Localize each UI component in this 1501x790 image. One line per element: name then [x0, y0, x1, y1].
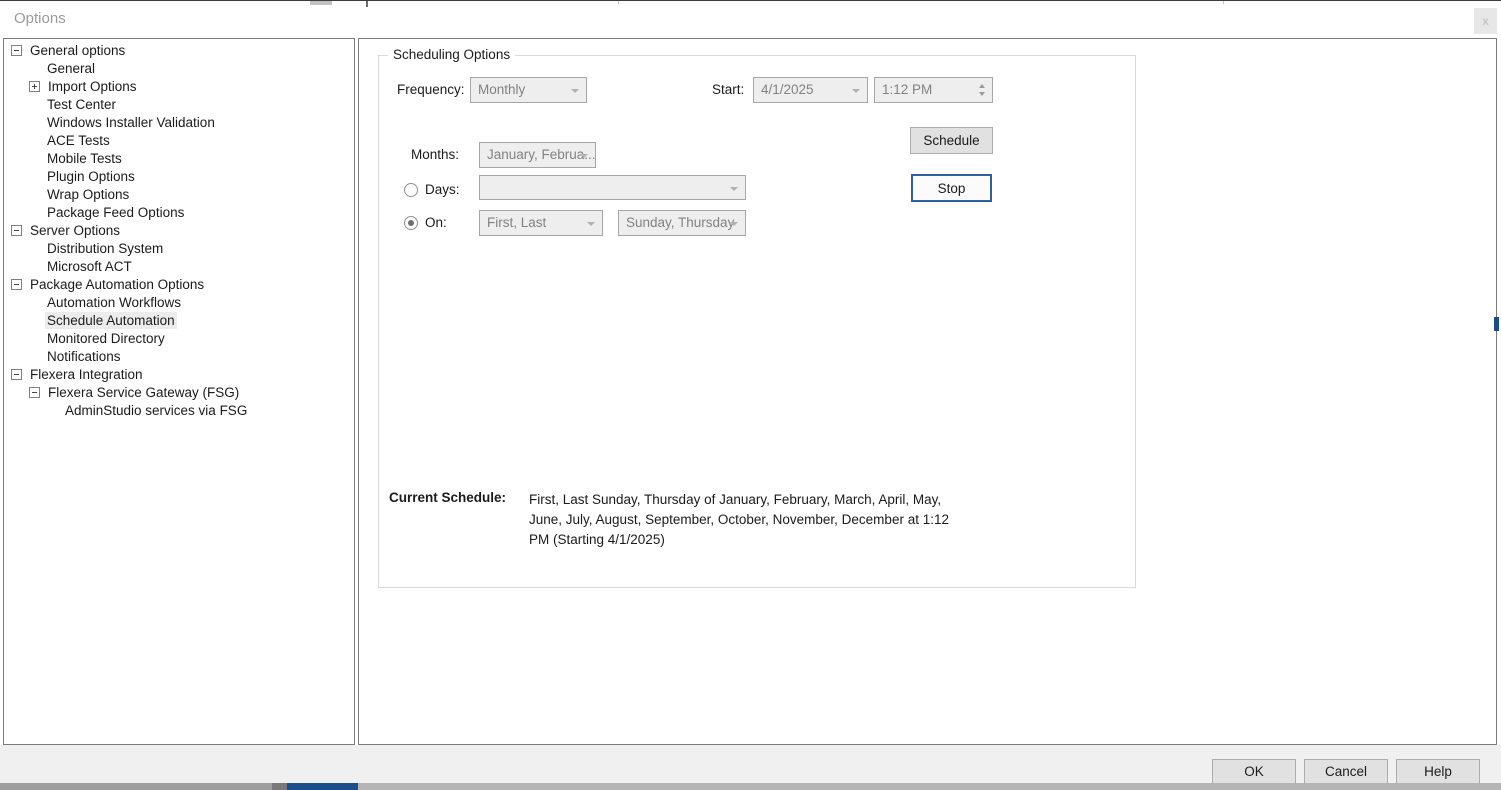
tree-item-distribution-system[interactable]: Distribution System	[4, 239, 354, 257]
dialog-button-bar: OK Cancel Help	[0, 745, 1501, 783]
tree-item-import-options[interactable]: Import Options	[4, 77, 354, 95]
tree-item-windows-installer-validation[interactable]: Windows Installer Validation	[4, 113, 354, 131]
groupbox-title: Scheduling Options	[388, 47, 515, 62]
spinner-arrows-icon[interactable]	[979, 84, 985, 96]
frequency-select[interactable]: Monthly	[470, 77, 587, 103]
background-window-edge	[0, 0, 1501, 1]
collapse-icon[interactable]	[11, 369, 22, 380]
background-window-fragment	[366, 1, 368, 7]
collapse-icon[interactable]	[11, 45, 22, 56]
taskbar-segment	[0, 783, 272, 790]
tree-item-ace-tests[interactable]: ACE Tests	[4, 131, 354, 149]
tree-item-monitored-directory[interactable]: Monitored Directory	[4, 329, 354, 347]
options-tree-panel: General options General Import Options T…	[3, 38, 355, 745]
chevron-down-icon	[580, 154, 588, 158]
ok-button[interactable]: OK	[1212, 759, 1296, 784]
tree-item-mobile-tests[interactable]: Mobile Tests	[4, 149, 354, 167]
options-tree: General options General Import Options T…	[4, 41, 354, 419]
start-time-value: 1:12 PM	[882, 82, 932, 97]
start-date-select[interactable]: 4/1/2025	[753, 77, 868, 103]
tree-item-flexera-integration[interactable]: Flexera Integration	[4, 365, 354, 383]
tree-item-adminstudio-services-via-fsg[interactable]: AdminStudio services via FSG	[4, 401, 354, 419]
on-week-select[interactable]: First, Last	[479, 210, 603, 236]
chevron-down-icon	[571, 89, 579, 93]
cancel-button[interactable]: Cancel	[1304, 759, 1388, 784]
chevron-down-icon	[730, 187, 738, 191]
tree-item-package-automation-options[interactable]: Package Automation Options	[4, 275, 354, 293]
chevron-down-icon	[852, 89, 860, 93]
schedule-button[interactable]: Schedule	[910, 127, 993, 154]
on-weekday-select[interactable]: Sunday, Thursday	[618, 210, 746, 236]
scheduling-panel: Scheduling Options Frequency: Monthly St…	[358, 38, 1497, 745]
close-icon[interactable]: x	[1474, 8, 1497, 34]
background-window-fragment	[1223, 1, 1224, 4]
tree-item-notifications[interactable]: Notifications	[4, 347, 354, 365]
background-window-fragment	[618, 1, 619, 4]
collapse-icon[interactable]	[11, 225, 22, 236]
tree-item-plugin-options[interactable]: Plugin Options	[4, 167, 354, 185]
help-button[interactable]: Help	[1396, 759, 1480, 784]
tree-item-wrap-options[interactable]: Wrap Options	[4, 185, 354, 203]
tree-item-package-feed-options[interactable]: Package Feed Options	[4, 203, 354, 221]
months-select[interactable]: January, Februa...	[479, 142, 596, 168]
frequency-value: Monthly	[478, 82, 525, 97]
tree-item-automation-workflows[interactable]: Automation Workflows	[4, 293, 354, 311]
on-weekday-value: Sunday, Thursday	[626, 215, 734, 230]
start-time-spinner[interactable]: 1:12 PM	[874, 77, 993, 103]
current-schedule-label: Current Schedule:	[389, 490, 506, 505]
frequency-label: Frequency:	[397, 77, 465, 103]
start-date-value: 4/1/2025	[761, 82, 814, 97]
on-radio[interactable]	[404, 216, 418, 230]
collapse-icon[interactable]	[11, 279, 22, 290]
tree-item-schedule-automation[interactable]: Schedule Automation	[4, 311, 354, 329]
chevron-down-icon	[587, 222, 595, 226]
months-label: Months:	[411, 142, 459, 168]
expand-icon[interactable]	[29, 81, 40, 92]
taskbar-active-app-segment	[287, 783, 358, 790]
tree-item-test-center[interactable]: Test Center	[4, 95, 354, 113]
days-radio[interactable]	[404, 183, 418, 197]
tree-item-general[interactable]: General	[4, 59, 354, 77]
chevron-down-icon	[730, 222, 738, 226]
on-week-value: First, Last	[487, 215, 546, 230]
tree-item-server-options[interactable]: Server Options	[4, 221, 354, 239]
on-label: On:	[425, 210, 447, 236]
start-label: Start:	[712, 77, 744, 103]
taskbar-sliver	[0, 783, 1501, 790]
tree-item-general-options[interactable]: General options	[4, 41, 354, 59]
tree-item-flexera-service-gateway[interactable]: Flexera Service Gateway (FSG)	[4, 383, 354, 401]
days-select[interactable]	[479, 175, 746, 200]
taskbar-segment	[272, 783, 287, 790]
current-schedule-text: First, Last Sunday, Thursday of January,…	[529, 490, 957, 550]
days-label: Days:	[425, 177, 460, 203]
collapse-icon[interactable]	[29, 387, 40, 398]
background-window-fragment	[1494, 317, 1499, 331]
background-window-fragment	[310, 1, 332, 5]
tree-item-microsoft-act[interactable]: Microsoft ACT	[4, 257, 354, 275]
stop-button[interactable]: Stop	[911, 174, 992, 202]
window-title: Options	[14, 10, 66, 27]
